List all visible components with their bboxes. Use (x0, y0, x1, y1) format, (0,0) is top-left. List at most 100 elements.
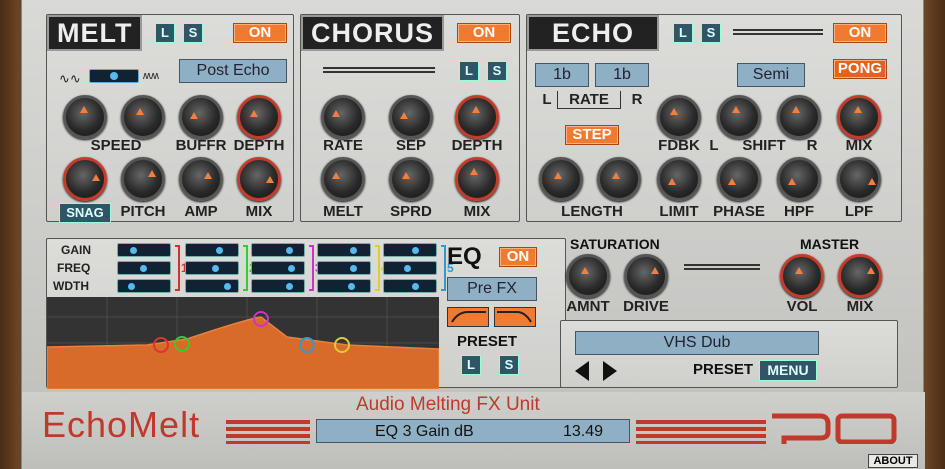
eq-curve-display[interactable] (47, 297, 439, 389)
echo-limit-knob[interactable] (657, 157, 701, 201)
melt-snag-knob[interactable] (63, 157, 107, 201)
echo-s-button[interactable]: S (701, 23, 721, 43)
eq-band-bracket (243, 245, 248, 291)
preset-menu-button[interactable]: MENU (759, 360, 817, 381)
echo-hpf-knob[interactable] (777, 157, 821, 201)
eq-band-3-wdth-slider[interactable] (251, 279, 305, 293)
eq-band-1-gain-slider[interactable] (117, 243, 171, 257)
eq-band-1-freq-slider[interactable] (117, 261, 171, 275)
about-button[interactable]: ABOUT (868, 454, 918, 468)
echo-l-button[interactable]: L (673, 23, 693, 43)
param-name: EQ 3 Gain dB (375, 423, 474, 440)
eq-band-2-freq-slider[interactable] (185, 261, 239, 275)
echo-mix-knob[interactable] (837, 95, 881, 139)
echo-shift-l-label: L (709, 137, 719, 154)
eq-highshelf-button[interactable] (494, 307, 536, 327)
brand-stripes (226, 420, 310, 444)
melt-title: MELT (47, 15, 143, 51)
eq-freq-label: FREQ (57, 261, 91, 275)
preset-name-display[interactable]: VHS Dub (575, 331, 819, 355)
eq-band-5-gain-slider[interactable] (383, 243, 437, 257)
melt-amp-knob[interactable] (179, 157, 223, 201)
echo-pong-button[interactable]: PONG (833, 59, 887, 79)
chorus-on-button[interactable]: ON (457, 23, 511, 43)
eq-band-1-wdth-slider[interactable] (117, 279, 171, 293)
eq-route-select[interactable]: Pre FX (447, 277, 537, 301)
chorus-l-button[interactable]: L (459, 61, 479, 81)
echo-lpf-knob[interactable] (837, 157, 881, 201)
eq-band-3-freq-slider[interactable] (251, 261, 305, 275)
eq-band-2-wdth-slider[interactable] (185, 279, 239, 293)
echo-rate-right[interactable]: 1b (595, 63, 649, 87)
chorus-s-button[interactable]: S (487, 61, 507, 81)
echo-mix-label: MIX (845, 137, 873, 154)
chorus-rate-label: RATE (323, 137, 363, 154)
eq-band-4-gain-slider[interactable] (317, 243, 371, 257)
eq-gain-label: GAIN (61, 243, 91, 257)
eq-band-3-gain-slider[interactable] (251, 243, 305, 257)
melt-shape-slider[interactable] (89, 69, 139, 83)
melt-mix-knob[interactable] (237, 157, 281, 201)
preset-prev-arrow-icon[interactable] (575, 361, 589, 381)
echo-shift-label: SHIFT (742, 137, 786, 154)
melt-buffr-knob[interactable] (179, 95, 223, 139)
echo-divider (733, 29, 823, 35)
master-mix-knob[interactable] (838, 254, 882, 298)
melt-wave-icon: ∿∿ (59, 71, 81, 86)
saturation-drive-label: DRIVE (623, 298, 669, 315)
eq-band-4-wdth-slider[interactable] (317, 279, 371, 293)
echo-fdbk-knob[interactable] (657, 95, 701, 139)
preset-next-arrow-icon[interactable] (603, 361, 617, 381)
melt-speed2-knob[interactable] (121, 95, 165, 139)
eq-section: GAIN FREQ WDTH 12345 EQ ON Pre FX PRESET… (46, 238, 566, 389)
master-mix-label: MIX (846, 298, 874, 315)
echo-length-right-knob[interactable] (597, 157, 641, 201)
melt-route-select[interactable]: Post Echo (179, 59, 287, 83)
eq-band-5-freq-slider[interactable] (383, 261, 437, 275)
chorus-mix-knob[interactable] (455, 157, 499, 201)
eq-s-button[interactable]: S (499, 355, 519, 375)
preset-section: VHS Dub PRESET MENU (560, 320, 898, 388)
echo-length-left-knob[interactable] (539, 157, 583, 201)
chorus-sep-knob[interactable] (389, 95, 433, 139)
melt-depth-knob[interactable] (237, 95, 281, 139)
chorus-melt-knob[interactable] (321, 157, 365, 201)
eq-l-button[interactable]: L (461, 355, 481, 375)
saturation-amnt-knob[interactable] (566, 254, 610, 298)
eq-lowshelf-button[interactable] (447, 307, 489, 327)
melt-l-button[interactable]: L (155, 23, 175, 43)
melt-pitch-knob[interactable] (121, 157, 165, 201)
melt-on-button[interactable]: ON (233, 23, 287, 43)
chorus-depth-knob[interactable] (455, 95, 499, 139)
echo-shift-r-knob[interactable] (777, 95, 821, 139)
chorus-title: CHORUS (301, 15, 445, 51)
tagline: Audio Melting FX Unit (356, 394, 540, 415)
eq-band-4-freq-slider[interactable] (317, 261, 371, 275)
eq-on-button[interactable]: ON (499, 247, 537, 267)
eq-wdth-label: WDTH (53, 279, 89, 293)
melt-mix-label: MIX (245, 203, 273, 220)
chorus-depth-label: DEPTH (451, 137, 503, 154)
melt-s-button[interactable]: S (183, 23, 203, 43)
chorus-mix-label: MIX (463, 203, 491, 220)
echo-phase-knob[interactable] (717, 157, 761, 201)
saturation-drive-knob[interactable] (624, 254, 668, 298)
echo-step-button[interactable]: STEP (565, 125, 619, 145)
master-vol-knob[interactable] (780, 254, 824, 298)
chorus-sprd-label: SPRD (390, 203, 432, 220)
melt-speed-knob[interactable] (63, 95, 107, 139)
echo-shift-l-knob[interactable] (717, 95, 761, 139)
eq-band-2-gain-slider[interactable] (185, 243, 239, 257)
echo-on-button[interactable]: ON (833, 23, 887, 43)
chorus-rate-knob[interactable] (321, 95, 365, 139)
eq-band-5-wdth-slider[interactable] (383, 279, 437, 293)
melt-section: MELT L S ON ∿∿ ʍʍ Post Echo SPEED BUFFR … (46, 14, 294, 223)
preset-label: PRESET (693, 361, 754, 378)
melt-snag-button[interactable]: SNAG (59, 203, 111, 223)
echo-lpf-label: LPF (844, 203, 874, 220)
brand-logo: EchoMelt (42, 404, 201, 445)
chorus-sprd-knob[interactable] (389, 157, 433, 201)
echo-rate-left[interactable]: 1b (535, 63, 589, 87)
echo-semi-select[interactable]: Semi (737, 63, 805, 87)
po-logo (770, 410, 900, 445)
